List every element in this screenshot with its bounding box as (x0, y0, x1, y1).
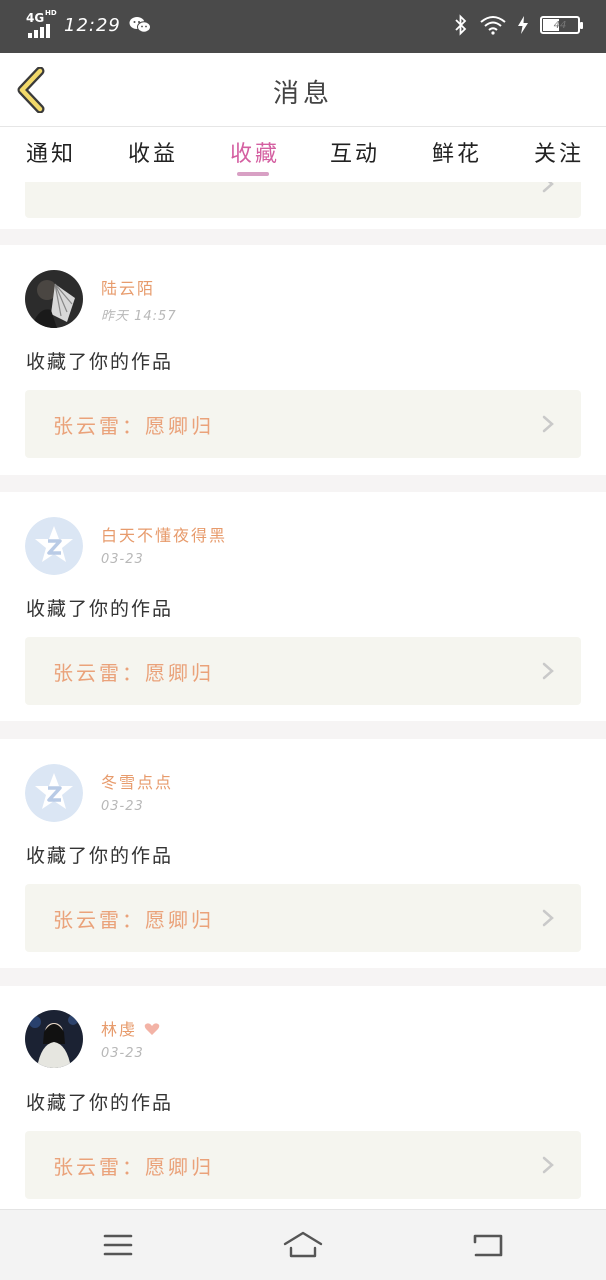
work-link[interactable]: 张云雷：愿卿归 (25, 1131, 581, 1199)
status-right: 44 (454, 14, 583, 36)
work-link-partial[interactable] (25, 182, 581, 218)
active-tab-indicator (237, 172, 269, 176)
user-name[interactable]: 冬雪点点 (101, 769, 173, 793)
action-text: 收藏了你的作品 (26, 351, 174, 373)
status-left: 4G HD 12:29 (26, 9, 151, 38)
timestamp: 03-23 (101, 1046, 144, 1061)
tab-follows[interactable]: 关注 (534, 136, 584, 168)
message-feed[interactable]: 陆云陌 昨天 14:57 收藏了你的作品 张云雷：愿卿归 白天不懂夜得黑 03-… (0, 182, 606, 1209)
avatar[interactable] (25, 1010, 83, 1068)
user-name-text: 林虔 (101, 1020, 138, 1039)
list-item: 冬雪点点 03-23 收藏了你的作品 张云雷：愿卿归 (0, 739, 606, 968)
work-link[interactable]: 张云雷：愿卿归 (25, 390, 581, 458)
signal-icon: 4G HD (26, 9, 57, 38)
network-type: 4G (26, 11, 45, 25)
list-item-partial (0, 182, 606, 229)
default-avatar-icon (25, 517, 83, 575)
battery-level: 44 (553, 19, 567, 31)
chevron-right-icon (542, 182, 554, 193)
default-avatar-icon (25, 764, 83, 822)
bluetooth-icon (455, 14, 467, 36)
clock: 12:29 (64, 14, 121, 36)
network-hd: HD (45, 9, 57, 17)
tab-interactions[interactable]: 互动 (330, 136, 380, 168)
chevron-right-icon (542, 415, 554, 433)
avatar[interactable] (25, 270, 83, 328)
heart-icon (144, 1023, 160, 1035)
system-nav-bar (0, 1209, 606, 1280)
page-title: 消息 (272, 79, 333, 109)
user-name[interactable]: 林虔 (101, 1016, 160, 1040)
back-icon[interactable] (468, 1228, 508, 1262)
chevron-right-icon (542, 662, 554, 680)
timestamp: 03-23 (101, 799, 144, 814)
timestamp: 03-23 (101, 552, 144, 567)
work-title: 张云雷：愿卿归 (53, 414, 214, 438)
wifi-icon (480, 16, 506, 35)
wechat-icon (129, 17, 151, 33)
work-link[interactable]: 张云雷：愿卿归 (25, 884, 581, 952)
charging-icon (518, 16, 528, 34)
tab-flowers[interactable]: 鲜花 (432, 136, 482, 168)
user-name[interactable]: 白天不懂夜得黑 (101, 522, 227, 546)
work-title: 张云雷：愿卿归 (53, 661, 214, 685)
tab-notifications[interactable]: 通知 (26, 136, 76, 168)
list-item: 白天不懂夜得黑 03-23 收藏了你的作品 张云雷：愿卿归 (0, 492, 606, 721)
avatar[interactable] (25, 517, 83, 575)
work-title: 张云雷：愿卿归 (53, 908, 214, 932)
work-title: 张云雷：愿卿归 (53, 1155, 214, 1179)
chevron-right-icon (542, 1156, 554, 1174)
timestamp: 昨天 14:57 (101, 309, 177, 324)
action-text: 收藏了你的作品 (26, 845, 174, 867)
chevron-right-icon (542, 909, 554, 927)
action-text: 收藏了你的作品 (26, 598, 174, 620)
tab-bar: 通知 收益 收藏 互动 鲜花 关注 (0, 128, 606, 182)
action-text: 收藏了你的作品 (26, 1092, 174, 1114)
menu-icon[interactable] (98, 1228, 138, 1262)
battery-icon: 44 (540, 16, 583, 34)
status-bar: 4G HD 12:29 44 (0, 0, 606, 53)
header: 消息 (0, 53, 606, 127)
tab-earnings[interactable]: 收益 (128, 136, 178, 168)
list-item: 林虔 03-23 收藏了你的作品 张云雷：愿卿归 (0, 986, 606, 1209)
avatar[interactable] (25, 764, 83, 822)
work-link[interactable]: 张云雷：愿卿归 (25, 637, 581, 705)
user-name[interactable]: 陆云陌 (101, 275, 155, 299)
list-item: 陆云陌 昨天 14:57 收藏了你的作品 张云雷：愿卿归 (0, 245, 606, 475)
home-icon[interactable] (283, 1228, 323, 1262)
tab-favorites[interactable]: 收藏 (230, 136, 280, 168)
